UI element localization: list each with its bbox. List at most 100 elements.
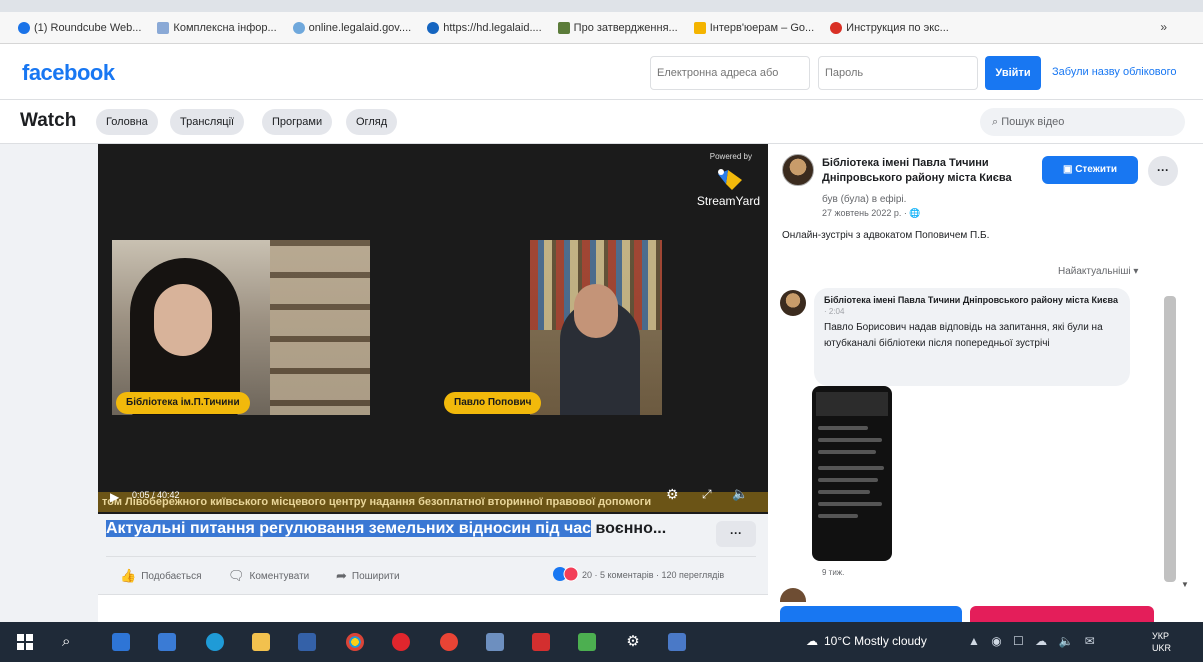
password-field[interactable] [818, 56, 978, 90]
bottom-blue-button[interactable] [780, 606, 962, 622]
edge-browser-icon[interactable] [206, 633, 224, 651]
roundcube-icon [18, 21, 30, 34]
avatar[interactable] [780, 290, 806, 316]
post-timestamp[interactable]: 27 жовтень 2022 р. · 🌐 [822, 208, 921, 219]
bookmark-item[interactable]: Інтерв'юерам – Go... [693, 21, 815, 34]
volume-icon[interactable]: 🔈 [732, 486, 748, 502]
video-player[interactable]: Powered by StreamYard Бібліотека ім.П.Ти… [98, 144, 768, 514]
video-title-rest: воєнно... [591, 520, 667, 537]
avatar[interactable] [780, 588, 806, 602]
bookmark-label: Інтерв'юерам – Go... [709, 21, 815, 34]
engagement-stats[interactable]: 20 · 5 коментарів · 120 переглядів [582, 570, 724, 580]
search-icon: ⌕ [992, 116, 1002, 128]
language-code: УКР [1152, 631, 1169, 641]
facebook-header: facebook Увійти Забули назву облікового [0, 44, 1203, 100]
comment-author-link[interactable]: Бібліотека імені Павла Тичини Дніпровськ… [824, 294, 1120, 306]
bookmarks-more-button[interactable]: » [1160, 20, 1167, 34]
image-text-line [818, 478, 878, 482]
weather-text: 10°C Mostly cloudy [824, 634, 927, 648]
tab-shows[interactable]: Програми [262, 109, 333, 135]
name-tag-right: Павло Попович [444, 392, 542, 414]
follow-button[interactable]: ▣ Стежити [1042, 156, 1138, 184]
chrome-icon[interactable] [346, 633, 364, 651]
tab-home[interactable]: Головна [96, 109, 158, 135]
share-button[interactable]: ➦ Поширити [336, 568, 400, 584]
windows-start-icon[interactable] [16, 633, 34, 651]
share-label: Поширити [351, 570, 400, 582]
watch-title[interactable]: Watch [20, 110, 76, 132]
file-explorer-icon[interactable] [252, 633, 270, 651]
spreadsheet-icon[interactable] [578, 633, 596, 651]
comment-sort-dropdown[interactable]: Найактуальніші ▾ [1058, 266, 1138, 277]
page-name-link[interactable]: Бібліотека імені Павла Тичини Дніпровськ… [822, 156, 1052, 186]
scroll-down-icon[interactable]: ▼ [1181, 580, 1189, 589]
scrollbar[interactable] [1164, 296, 1176, 582]
tab-live[interactable]: Трансляції [170, 109, 245, 135]
photos-icon[interactable] [486, 633, 504, 651]
tab-explore[interactable]: Огляд [346, 109, 398, 135]
thumbs-up-icon: 👍 [120, 568, 137, 583]
weather-cloud-icon: ☁ [806, 634, 818, 648]
image-text-line [818, 502, 882, 506]
comment-button[interactable]: 🗨 Коментувати [228, 568, 309, 584]
store-icon[interactable] [158, 633, 176, 651]
search-placeholder: Пошук відео [1001, 116, 1065, 128]
name-tag-left: Бібліотека ім.П.Тичини [116, 392, 250, 414]
task-view-icon[interactable] [112, 633, 130, 651]
video-title: Актуальні питання регулювання земельних … [106, 520, 666, 538]
bookshelf-image [270, 240, 370, 415]
forgot-account-link[interactable]: Забули назву облікового [1052, 66, 1177, 78]
browser-address-strip [0, 0, 1203, 12]
bookmark-item[interactable]: Инструкция по экс... [830, 21, 949, 34]
chrome-active-icon[interactable] [440, 633, 458, 651]
video-search-input[interactable]: ⌕ Пошук відео [980, 108, 1185, 136]
comment-subline: · 2:04 [824, 307, 845, 316]
comment-icon: 🗨 [228, 568, 245, 583]
bottom-red-button[interactable] [970, 606, 1154, 622]
login-button[interactable]: Увійти [985, 56, 1041, 90]
email-field[interactable] [650, 56, 810, 90]
system-tray[interactable]: ▲ ◉ ☐ ☁ 🔈 ✉ [968, 634, 1099, 648]
search-icon[interactable]: ⌕ [62, 633, 80, 651]
powered-by-label: Powered by [709, 152, 752, 161]
facebook-logo[interactable]: facebook [22, 60, 115, 86]
avatar[interactable] [782, 154, 814, 186]
snipping-tool-icon[interactable] [668, 633, 686, 651]
reactions-icon[interactable] [552, 566, 580, 582]
live-state-text: був (була) в ефірі. [822, 194, 907, 205]
bookmark-label: Про затвердження... [573, 21, 678, 34]
speaker-face [574, 284, 618, 338]
bookmark-item[interactable]: https://hd.legalaid.... [427, 21, 542, 34]
app-icon[interactable] [298, 633, 316, 651]
bookmark-label: online.legalaid.gov.... [308, 21, 412, 34]
like-button[interactable]: 👍 Подобається [120, 568, 201, 584]
bookmark-item[interactable]: online.legalaid.gov.... [292, 21, 412, 34]
divider [106, 556, 756, 557]
drive-icon [693, 21, 706, 34]
fullscreen-icon[interactable]: ⤢ [702, 487, 712, 502]
comment-image[interactable] [812, 386, 892, 561]
share-icon: ➦ [336, 568, 347, 583]
gear-icon[interactable]: ⚙ [624, 633, 642, 651]
more-options-button[interactable]: ··· [716, 521, 756, 547]
bookmark-item[interactable]: Про затвердження... [557, 21, 678, 34]
more-options-button[interactable]: ··· [1148, 156, 1178, 186]
play-icon[interactable]: ▶ [110, 490, 119, 504]
image-text-line [818, 514, 858, 518]
comment-timestamp[interactable]: 9 тиж. [822, 568, 844, 577]
bookmark-item[interactable]: Комплексна інфор... [157, 21, 277, 34]
video-timecode: 0:05 / 40:42 [132, 490, 180, 500]
weather-widget[interactable]: ☁ 10°C Mostly cloudy [806, 634, 927, 648]
bookmarks-bar: (1) Roundcube Web... Комплексна інфор...… [0, 12, 1203, 44]
image-text-line [818, 450, 876, 454]
globe-icon: 🌐 [909, 208, 921, 218]
acrobat-icon[interactable] [532, 633, 550, 651]
image-text-line [818, 426, 868, 430]
gear-icon[interactable]: ⚙ [666, 486, 679, 503]
image-text-line [818, 438, 882, 442]
language-indicator[interactable]: УКР UKR [1152, 630, 1171, 654]
opera-icon[interactable] [392, 633, 410, 651]
streamyard-logo-icon [718, 169, 742, 190]
bookmark-item[interactable]: (1) Roundcube Web... [18, 21, 141, 34]
bookmark-label: https://hd.legalaid.... [443, 21, 542, 34]
